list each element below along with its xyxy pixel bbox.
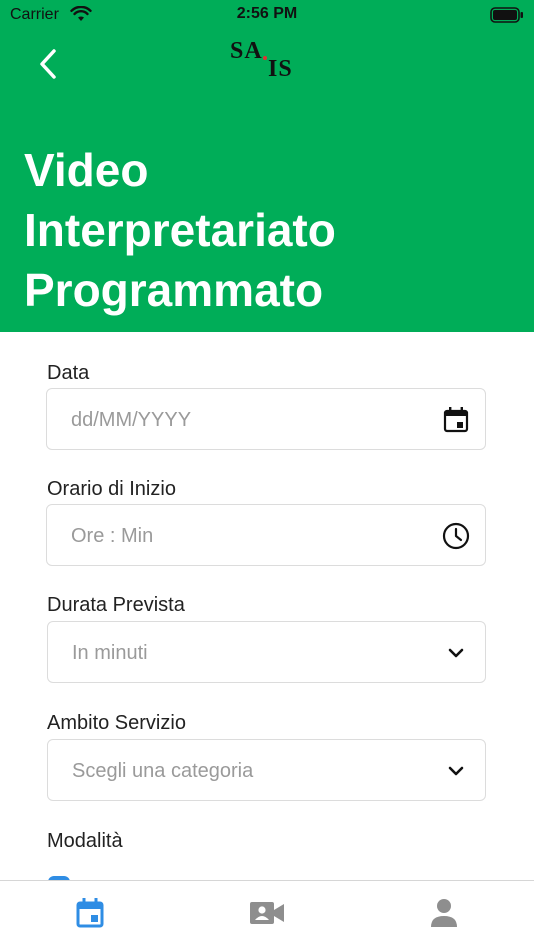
clock-icon[interactable] [441, 521, 471, 551]
chevron-down-icon [448, 648, 464, 658]
date-placeholder: dd/MM/YYYY [71, 409, 192, 431]
orario-label: Orario di Inizio [47, 478, 176, 500]
logo: SA IS [228, 38, 308, 84]
calendar-icon [76, 898, 104, 928]
battery-icon [490, 7, 523, 23]
category-placeholder: Scegli una categoria [72, 760, 254, 782]
header: SA IS Video Interpretariato Programmato [0, 30, 534, 332]
duration-select[interactable]: In minuti [47, 621, 486, 683]
status-bar: Carrier 2:56 PM [0, 0, 534, 30]
page-title-line: Video [24, 144, 149, 196]
page-title-line: Interpretariato [24, 204, 336, 256]
page-title: Video Interpretariato Programmato [24, 140, 514, 320]
video-camera-icon [250, 902, 284, 924]
time-placeholder: Ore : Min [71, 525, 154, 547]
tab-video[interactable] [247, 895, 287, 931]
person-icon [431, 899, 457, 927]
category-select[interactable]: Scegli una categoria [47, 739, 486, 801]
logo-dot [263, 56, 267, 60]
data-label: Data [47, 362, 90, 384]
time-input[interactable]: Ore : Min [46, 504, 486, 566]
logo-text-sa: SA [230, 38, 263, 64]
chevron-down-icon [448, 766, 464, 776]
modalita-label: Modalità [47, 830, 123, 852]
calendar-icon[interactable] [441, 405, 471, 435]
back-button[interactable] [28, 44, 68, 84]
tab-calendar[interactable] [70, 895, 110, 931]
tab-bar [0, 880, 534, 950]
durata-label: Durata Prevista [47, 594, 185, 616]
chevron-left-icon [40, 49, 56, 79]
date-input[interactable]: dd/MM/YYYY [46, 388, 486, 450]
status-time: 2:56 PM [236, 5, 298, 22]
duration-placeholder: In minuti [72, 642, 148, 664]
tab-profile[interactable] [424, 895, 464, 931]
logo-text-is: IS [268, 56, 293, 82]
ambito-label: Ambito Servizio [47, 712, 186, 734]
page-title-line: Programmato [24, 264, 324, 316]
